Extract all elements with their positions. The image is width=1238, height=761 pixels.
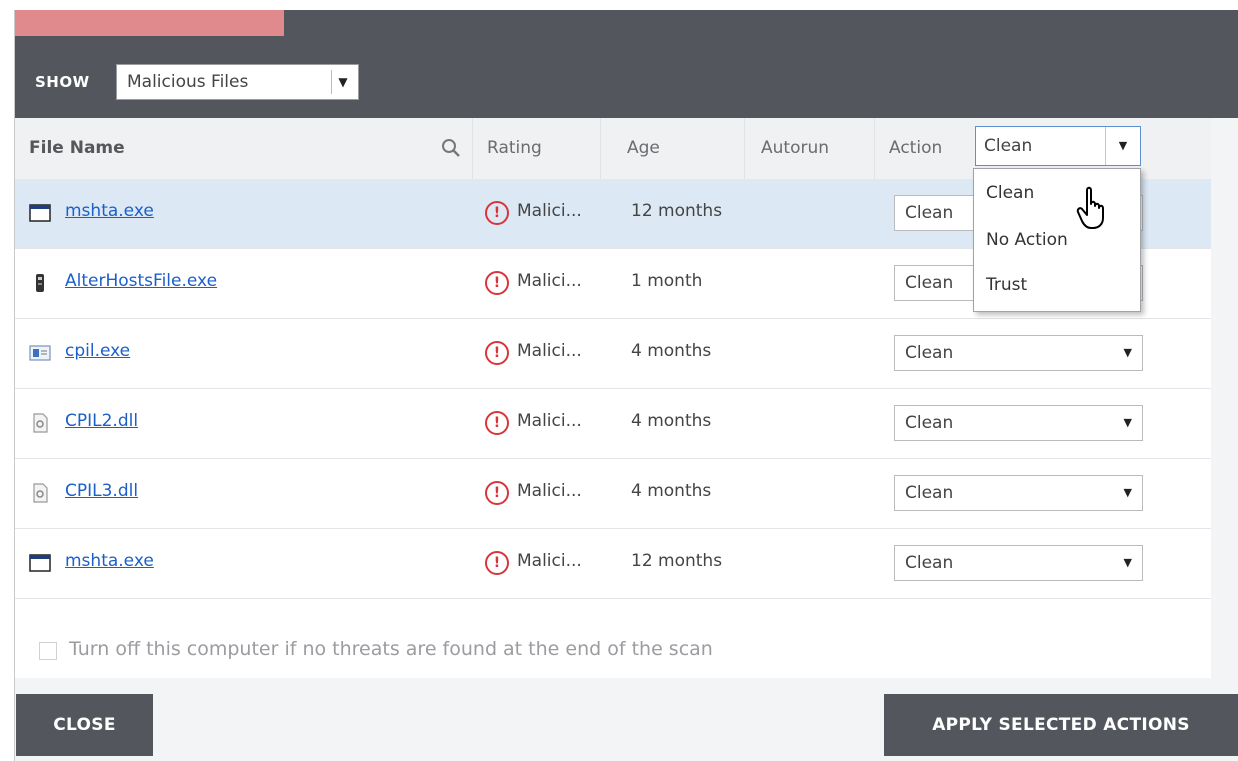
rating-value: Malici... xyxy=(517,341,582,361)
chevron-down-icon[interactable]: ▼ xyxy=(1124,486,1132,499)
filter-toolbar: SHOW Malicious Files ▼ xyxy=(15,36,1238,118)
shutdown-checkbox[interactable] xyxy=(39,642,57,660)
rating-value: Malici... xyxy=(517,201,582,221)
scan-progress-fill xyxy=(15,10,285,36)
age-value: 4 months xyxy=(631,341,712,361)
chevron-down-icon[interactable]: ▼ xyxy=(1124,346,1132,359)
table-row[interactable]: mshta.exe ! Malici... 12 months Clean ▼ xyxy=(15,529,1211,599)
row-action-select[interactable]: Clean ▼ xyxy=(894,545,1143,581)
close-button[interactable]: CLOSE xyxy=(16,694,153,756)
age-value: 4 months xyxy=(631,411,712,431)
action-dropdown-menu: Clean No Action Trust xyxy=(973,168,1141,312)
file-link[interactable]: cpil.exe xyxy=(65,341,130,361)
window-icon xyxy=(29,204,51,222)
dll-file-icon xyxy=(33,483,48,503)
warning-icon: ! xyxy=(485,201,509,225)
apply-selected-actions-button[interactable]: APPLY SELECTED ACTIONS xyxy=(884,694,1238,756)
row-action-select[interactable]: Clean ▼ xyxy=(894,335,1143,371)
file-link[interactable]: AlterHostsFile.exe xyxy=(65,271,217,291)
bulk-action-value: Clean xyxy=(984,136,1033,156)
age-value: 4 months xyxy=(631,481,712,501)
shutdown-label: Turn off this computer if no threats are… xyxy=(69,638,713,660)
dropdown-option-no-action[interactable]: No Action xyxy=(986,230,1068,250)
row-action-value: Clean xyxy=(905,343,954,363)
file-link[interactable]: mshta.exe xyxy=(65,551,154,571)
column-rating[interactable]: Rating xyxy=(473,118,601,179)
column-autorun-label: Autorun xyxy=(761,138,830,158)
window-icon xyxy=(29,345,51,361)
age-value: 12 months xyxy=(631,201,723,221)
column-rating-label: Rating xyxy=(487,138,542,158)
table-row[interactable]: cpil.exe ! Malici... 4 months Clean ▼ xyxy=(15,319,1211,389)
chevron-down-icon[interactable]: ▼ xyxy=(1124,416,1132,429)
show-filter-select[interactable]: Malicious Files ▼ xyxy=(116,64,359,100)
rating-value: Malici... xyxy=(517,411,582,431)
warning-icon: ! xyxy=(485,481,509,505)
table-row[interactable]: CPIL2.dll ! Malici... 4 months Clean ▼ xyxy=(15,389,1211,459)
row-action-value: Clean xyxy=(905,413,954,433)
column-file-name[interactable]: File Name xyxy=(15,118,473,179)
scan-progress-bar xyxy=(15,10,1238,36)
show-filter-value: Malicious Files xyxy=(127,72,249,92)
age-value: 12 months xyxy=(631,551,723,571)
hand-pointer-icon xyxy=(1076,186,1104,229)
bulk-action-select[interactable]: Clean ▼ xyxy=(975,126,1141,166)
scan-results-window: SHOW Malicious Files ▼ File Name Rating … xyxy=(14,10,1238,761)
age-value: 1 month xyxy=(631,271,703,291)
row-action-value: Clean xyxy=(905,203,954,223)
column-action-label: Action xyxy=(889,138,943,158)
row-action-value: Clean xyxy=(905,553,954,573)
warning-icon: ! xyxy=(485,551,509,575)
dropdown-option-clean[interactable]: Clean xyxy=(986,183,1034,203)
show-label: SHOW xyxy=(35,73,90,91)
row-action-select[interactable]: Clean ▼ xyxy=(894,475,1143,511)
file-link[interactable]: CPIL3.dll xyxy=(65,481,138,501)
dropdown-option-trust[interactable]: Trust xyxy=(986,275,1027,295)
row-action-value: Clean xyxy=(905,273,954,293)
column-age[interactable]: Age xyxy=(601,118,745,179)
window-icon xyxy=(29,554,51,572)
app-icon xyxy=(36,274,44,292)
file-link[interactable]: CPIL2.dll xyxy=(65,411,138,431)
file-link[interactable]: mshta.exe xyxy=(65,201,154,221)
table-row[interactable]: CPIL3.dll ! Malici... 4 months Clean ▼ xyxy=(15,459,1211,529)
warning-icon: ! xyxy=(485,271,509,295)
search-icon[interactable] xyxy=(440,137,462,159)
column-autorun[interactable]: Autorun xyxy=(745,118,875,179)
column-file-name-label: File Name xyxy=(29,138,125,158)
chevron-down-icon[interactable]: ▼ xyxy=(331,70,354,94)
warning-icon: ! xyxy=(485,341,509,365)
row-action-select[interactable]: Clean ▼ xyxy=(894,405,1143,441)
column-age-label: Age xyxy=(627,138,660,158)
chevron-down-icon[interactable]: ▼ xyxy=(1124,556,1132,569)
row-action-value: Clean xyxy=(905,483,954,503)
rating-value: Malici... xyxy=(517,481,582,501)
dll-file-icon xyxy=(33,413,48,433)
rating-value: Malici... xyxy=(517,271,582,291)
chevron-down-icon[interactable]: ▼ xyxy=(1105,127,1140,165)
rating-value: Malici... xyxy=(517,551,582,571)
warning-icon: ! xyxy=(485,411,509,435)
